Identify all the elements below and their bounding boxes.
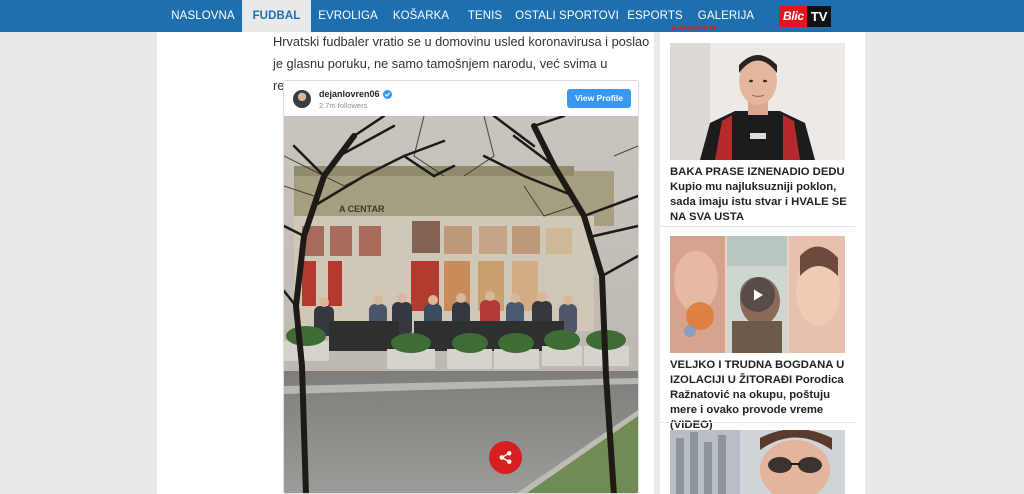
top-navigation: NASLOVNA FUDBAL EVROLIGA KOŠARKA TENIS O… bbox=[0, 0, 1024, 32]
nav-item-naslovna[interactable]: NASLOVNA bbox=[164, 0, 242, 32]
card-divider bbox=[660, 226, 855, 227]
card-headline-bold[interactable]: BAKA PRASE IZNENADIO DEDU bbox=[670, 166, 845, 178]
sidebar-card[interactable]: BAKA PRASE IZNENADIO DEDU Kupio mu najlu… bbox=[660, 43, 855, 223]
instagram-username[interactable]: dejanlovren06 bbox=[319, 89, 380, 99]
sidebar-section-title-text: Zabava bbox=[671, 26, 731, 34]
sidebar-section-title: Zabava bbox=[671, 26, 731, 34]
photo-building-sign: A CENTAR bbox=[339, 204, 385, 214]
card-headline-text[interactable]: Kupio mu najluksuzniji poklon, sada imaj… bbox=[670, 181, 847, 223]
instagram-embed-header: dejanlovren06 2.7m followers View Profil… bbox=[284, 81, 638, 116]
share-icon bbox=[499, 451, 512, 464]
view-profile-button[interactable]: View Profile bbox=[567, 89, 631, 108]
logo-tv-text: TV bbox=[806, 6, 832, 27]
nav-item-fudbal[interactable]: FUDBAL bbox=[242, 0, 311, 32]
sidebar-card[interactable]: VELJKO I TRUDNA BOGDANA U IZOLACIJI U ŽI… bbox=[660, 236, 855, 431]
nav-item-evroliga[interactable]: EVROLIGA bbox=[312, 0, 384, 32]
verified-badge-icon bbox=[382, 89, 392, 99]
card-thumbnail[interactable] bbox=[670, 430, 845, 494]
instagram-username-row[interactable]: dejanlovren06 bbox=[319, 89, 392, 99]
logo-blic-text: Blic bbox=[779, 6, 807, 27]
nav-item-ostali-sportovi[interactable]: OSTALI SPORTOVI bbox=[514, 0, 620, 32]
card-headline[interactable]: BAKA PRASE IZNENADIO DEDU Kupio mu najlu… bbox=[670, 165, 850, 225]
instagram-embed: dejanlovren06 2.7m followers View Profil… bbox=[283, 80, 639, 494]
share-button[interactable] bbox=[489, 441, 522, 474]
play-button[interactable] bbox=[740, 277, 775, 312]
follower-count: 2.7m followers bbox=[319, 101, 368, 110]
profile-avatar[interactable] bbox=[293, 90, 311, 108]
play-icon bbox=[753, 289, 763, 300]
instagram-post-photo[interactable]: A CENTAR bbox=[284, 116, 638, 494]
blic-tv-logo[interactable]: Blic TV bbox=[779, 6, 832, 27]
nav-item-tenis[interactable]: TENIS bbox=[459, 0, 511, 32]
card-divider bbox=[660, 422, 855, 423]
sidebar-card[interactable] bbox=[660, 430, 855, 494]
nav-item-kosarka[interactable]: KOŠARKA bbox=[386, 0, 456, 32]
card-thumbnail[interactable] bbox=[670, 43, 845, 160]
